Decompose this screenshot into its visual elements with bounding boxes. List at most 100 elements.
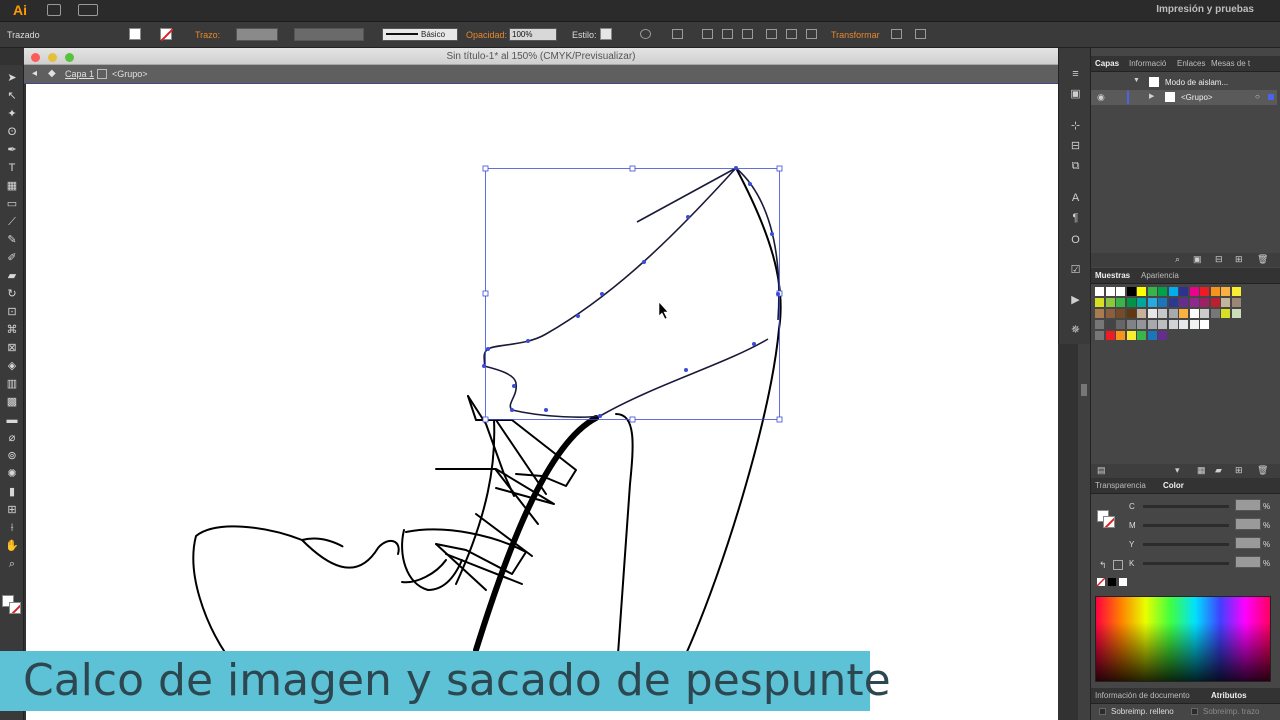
color-swatch[interactable] xyxy=(1200,298,1209,307)
color-swatch[interactable] xyxy=(1231,287,1241,296)
delete-layer-icon[interactable]: 🗑 xyxy=(1257,254,1268,265)
delete-swatch-icon[interactable]: 🗑 xyxy=(1257,465,1268,476)
opacity-field[interactable]: 100% xyxy=(509,28,557,41)
selection-tool-icon[interactable]: ➤ xyxy=(4,71,20,85)
tab-transparency[interactable]: Transparencia xyxy=(1095,481,1146,490)
opentype-panel-icon[interactable]: O xyxy=(1069,234,1082,246)
color-spectrum[interactable] xyxy=(1095,596,1271,682)
pathfinder-panel-icon[interactable]: ⧉ xyxy=(1069,160,1082,172)
color-swatch[interactable] xyxy=(1158,298,1167,307)
color-swatch[interactable] xyxy=(1158,320,1167,329)
swap-fill-stroke-icon[interactable]: ↰ xyxy=(1099,560,1107,571)
panel-dock-scrollbar[interactable] xyxy=(1078,344,1090,720)
color-swatch[interactable] xyxy=(1147,320,1157,329)
color-swatch[interactable] xyxy=(1231,298,1241,307)
scroll-thumb[interactable] xyxy=(1081,384,1087,396)
out-of-gamut-icon[interactable] xyxy=(1113,560,1123,570)
color-swatch[interactable] xyxy=(1137,320,1146,329)
character-panel-icon[interactable]: A xyxy=(1069,192,1082,204)
actions-panel-icon[interactable]: ▶ xyxy=(1069,294,1082,306)
image-trace-panel-icon[interactable]: ☑ xyxy=(1069,264,1082,276)
color-swatch[interactable] xyxy=(1147,309,1157,318)
perspective-grid-tool-icon[interactable]: ▥ xyxy=(4,377,20,391)
collapse-triangle-icon[interactable]: ▶ xyxy=(1149,92,1154,100)
transform-link[interactable]: Transformar xyxy=(831,30,880,40)
color-swatch[interactable] xyxy=(1210,287,1220,296)
color-swatch[interactable] xyxy=(1179,287,1188,296)
panel-menu-icon[interactable] xyxy=(915,29,926,39)
transform-panel-icon[interactable]: ⊹ xyxy=(1069,120,1082,132)
color-swatch[interactable] xyxy=(1105,298,1115,307)
tab-artboards[interactable]: Mesas de t xyxy=(1211,59,1250,68)
lasso-tool-icon[interactable]: ʘ xyxy=(4,125,20,139)
color-swatch[interactable] xyxy=(1137,331,1146,340)
new-layer-icon[interactable]: ⊞ xyxy=(1235,254,1243,265)
color-swatch[interactable] xyxy=(1210,298,1220,307)
color-swatch[interactable] xyxy=(1189,320,1199,329)
column-graph-tool-icon[interactable]: ▮ xyxy=(4,485,20,499)
breadcrumb-layer[interactable]: Capa 1 xyxy=(65,69,94,79)
white-color-swatch[interactable] xyxy=(1119,578,1127,586)
color-swatch[interactable] xyxy=(1095,309,1104,318)
hand-tool-icon[interactable]: ✋ xyxy=(4,539,20,553)
color-swatch[interactable] xyxy=(1189,298,1199,307)
align-top-icon[interactable] xyxy=(766,29,777,39)
show-kinds-icon[interactable]: ▾ xyxy=(1175,465,1180,476)
align-center-icon[interactable] xyxy=(722,29,733,39)
stroke-weight-field[interactable] xyxy=(236,28,278,41)
minimize-window-button[interactable] xyxy=(48,53,57,62)
free-transform-tool-icon[interactable]: ⊠ xyxy=(4,341,20,355)
none-color-swatch[interactable] xyxy=(1097,578,1105,586)
tab-info[interactable]: Informació xyxy=(1129,59,1166,68)
workspace-switcher[interactable]: Impresión y pruebas xyxy=(1156,4,1254,15)
color-swatch[interactable] xyxy=(1126,309,1136,318)
fill-stroke-indicator[interactable] xyxy=(2,595,22,615)
black-color-swatch[interactable] xyxy=(1108,578,1116,586)
artboard-canvas[interactable] xyxy=(26,84,1058,720)
color-swatch[interactable] xyxy=(1147,287,1157,296)
rectangle-tool-icon[interactable]: ▭ xyxy=(4,197,20,211)
color-swatch[interactable] xyxy=(1158,331,1167,340)
magic-wand-tool-icon[interactable]: ✦ xyxy=(4,107,20,121)
mesh-tool-icon[interactable]: ▩ xyxy=(4,395,20,409)
brush-definition[interactable]: Básico xyxy=(382,28,458,41)
fill-swatch[interactable] xyxy=(129,28,141,40)
swatch-options-icon[interactable]: ▦ xyxy=(1197,465,1206,476)
layer-row-isolation[interactable]: ▼ Modo de aislam... xyxy=(1091,75,1277,90)
color-swatch[interactable] xyxy=(1116,309,1125,318)
color-swatch[interactable] xyxy=(1116,331,1125,340)
blend-tool-icon[interactable]: ⊚ xyxy=(4,449,20,463)
color-swatch[interactable] xyxy=(1221,309,1230,318)
blob-brush-tool-icon[interactable]: ✐ xyxy=(4,251,20,265)
color-swatch[interactable] xyxy=(1126,298,1136,307)
color-swatch[interactable] xyxy=(1189,309,1199,318)
paintbrush-tool-icon[interactable]: ⟋ xyxy=(4,215,20,229)
panel-options-icon[interactable]: ≡ xyxy=(1069,68,1082,80)
pen-tool-icon[interactable]: ✒ xyxy=(4,143,20,157)
shoe-artwork[interactable] xyxy=(26,84,1058,720)
eraser-tool-icon[interactable]: ▰ xyxy=(4,269,20,283)
expand-triangle-icon[interactable]: ▼ xyxy=(1133,77,1140,84)
color-swatch[interactable] xyxy=(1095,298,1104,307)
artboard-tool-icon[interactable]: ⊞ xyxy=(4,503,20,517)
color-swatch[interactable] xyxy=(1168,298,1178,307)
tab-document-info[interactable]: Información de documento xyxy=(1095,691,1190,700)
opacity-label[interactable]: Opacidad: xyxy=(466,30,507,40)
tab-links[interactable]: Enlaces xyxy=(1177,59,1205,68)
color-swatch[interactable] xyxy=(1189,287,1199,296)
color-swatch[interactable] xyxy=(1200,320,1209,329)
symbols-panel-icon[interactable]: ✵ xyxy=(1069,324,1082,336)
bridge-icon[interactable] xyxy=(47,4,61,16)
breadcrumb-group[interactable]: <Grupo> xyxy=(112,69,148,79)
new-sublayer-icon[interactable]: ⊟ xyxy=(1215,254,1223,265)
zoom-tool-icon[interactable]: ⌕ xyxy=(4,557,20,571)
color-swatch[interactable] xyxy=(1095,320,1104,329)
color-swatch[interactable] xyxy=(1231,309,1241,318)
back-arrow-icon[interactable]: ◂ xyxy=(32,68,37,79)
color-swatch[interactable] xyxy=(1200,309,1209,318)
color-swatch[interactable] xyxy=(1221,287,1230,296)
color-swatch[interactable] xyxy=(1137,287,1146,296)
zoom-window-button[interactable] xyxy=(65,53,74,62)
gradient-tool-icon[interactable]: ▬ xyxy=(4,413,20,427)
gradient-panel-icon[interactable]: ▣ xyxy=(1069,88,1082,100)
